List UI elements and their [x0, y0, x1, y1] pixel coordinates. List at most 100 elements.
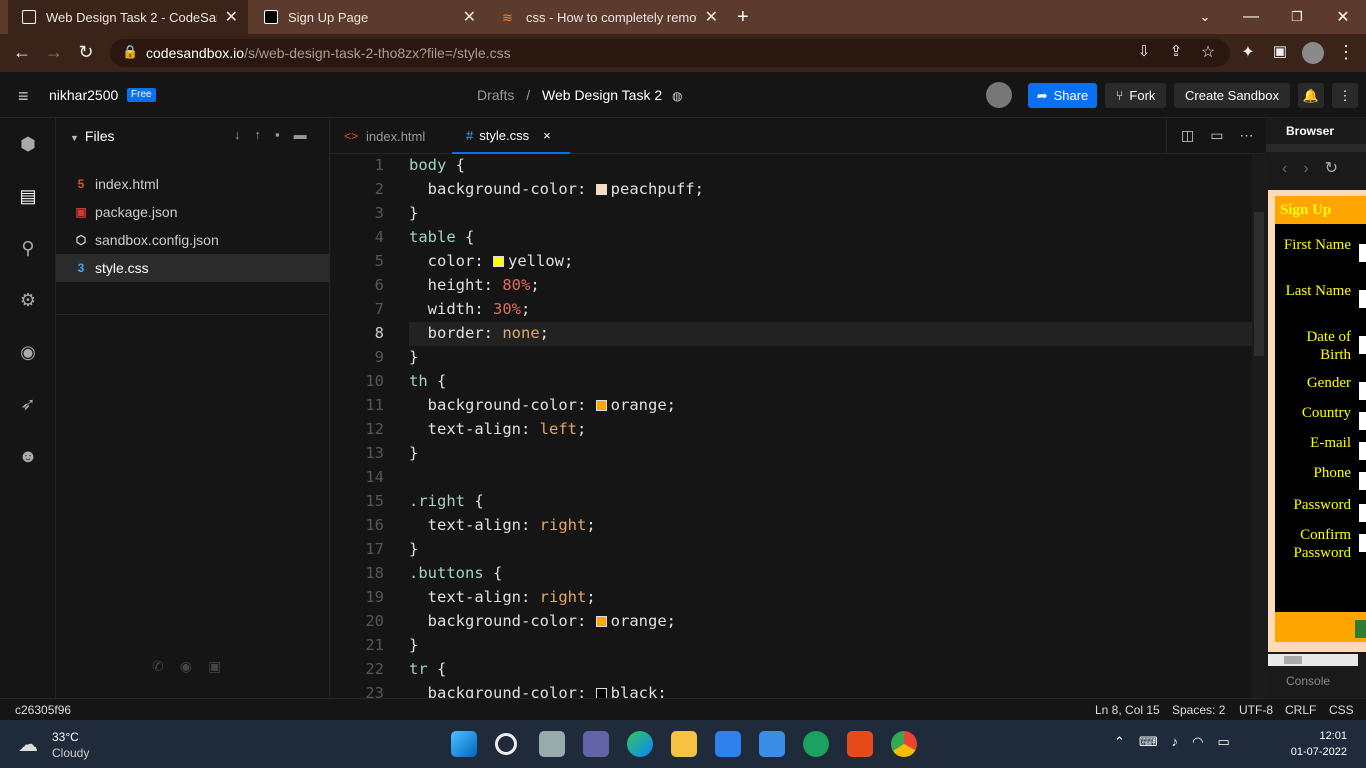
windows-start-icon[interactable]: [451, 731, 477, 757]
file-item[interactable]: 5 index.html: [56, 170, 330, 198]
gear-icon[interactable]: ⚙: [16, 290, 40, 314]
hscroll-thumb[interactable]: [1284, 656, 1302, 664]
form-input[interactable]: [1359, 534, 1366, 552]
tab-style-css[interactable]: # style.css ×: [452, 118, 570, 154]
code-line[interactable]: tr {: [409, 660, 446, 678]
indentation[interactable]: Spaces: 2: [1172, 703, 1225, 717]
username[interactable]: nikhar2500: [49, 87, 118, 103]
create-sandbox-button[interactable]: Create Sandbox: [1174, 83, 1290, 108]
code-line[interactable]: background-color: peachpuff;: [409, 180, 704, 198]
preview-hscroll[interactable]: [1268, 654, 1358, 666]
tab-search-icon[interactable]: ⌄: [1182, 0, 1228, 34]
mail-icon[interactable]: [759, 731, 785, 757]
code-line[interactable]: }: [409, 348, 418, 366]
close-icon[interactable]: ✕: [705, 7, 718, 27]
forward-icon[interactable]: ›: [1303, 160, 1324, 177]
code-line[interactable]: .right {: [409, 492, 484, 510]
breadcrumb-drafts[interactable]: Drafts: [477, 87, 514, 103]
avatar[interactable]: [986, 82, 1012, 108]
code-line[interactable]: }: [409, 636, 418, 654]
notifications-bell-icon[interactable]: 🔔: [1298, 83, 1324, 108]
form-input[interactable]: [1359, 382, 1366, 400]
more-menu-icon[interactable]: ⋮: [1332, 83, 1358, 108]
language-mode[interactable]: CSS: [1329, 703, 1354, 717]
scroll-thumb[interactable]: [1254, 212, 1264, 356]
rocket-icon[interactable]: ➶: [16, 394, 40, 418]
download-icon[interactable]: ↓: [234, 127, 255, 142]
mic-icon[interactable]: ♪: [1172, 734, 1193, 749]
new-tab-icon[interactable]: +: [737, 6, 749, 29]
install-icon[interactable]: ⇩: [1132, 42, 1156, 60]
preview-icon[interactable]: ▭: [1210, 127, 1239, 143]
github-icon[interactable]: ◉: [180, 658, 208, 674]
new-file-icon[interactable]: ▪: [275, 127, 294, 142]
clock-time[interactable]: 12:01: [1289, 730, 1347, 742]
file-explorer-icon[interactable]: ▤: [16, 186, 40, 210]
code-line[interactable]: .buttons {: [409, 564, 502, 582]
console-tab[interactable]: Console: [1286, 674, 1330, 688]
color-swatch[interactable]: [595, 400, 607, 411]
form-input[interactable]: [1359, 290, 1366, 308]
code-line[interactable]: }: [409, 204, 418, 222]
close-window-icon[interactable]: ✕: [1320, 0, 1366, 34]
form-input[interactable]: [1359, 336, 1366, 354]
url-field[interactable]: 🔒 codesandbox.io/s/web-design-task-2-tho…: [110, 39, 1230, 67]
close-icon[interactable]: ×: [543, 128, 551, 143]
reload-icon[interactable]: ↻: [74, 42, 98, 63]
files-header[interactable]: ▼ Files: [70, 128, 114, 144]
extensions-icon[interactable]: ✦: [1236, 42, 1260, 62]
share-page-icon[interactable]: ⇪: [1164, 42, 1188, 60]
code-line[interactable]: }: [409, 444, 418, 462]
form-input[interactable]: [1359, 504, 1366, 522]
browser-tab-signup[interactable]: Sign Up Page ✕: [250, 0, 486, 34]
new-folder-icon[interactable]: ▬: [294, 127, 321, 142]
browser-tab-stackoverflow[interactable]: ≋ css - How to completely remove ✕: [488, 0, 728, 34]
cursor-position[interactable]: Ln 8, Col 15: [1095, 703, 1160, 717]
split-view-icon[interactable]: ◫: [1181, 127, 1210, 143]
color-swatch[interactable]: [595, 184, 607, 195]
color-swatch[interactable]: [493, 256, 505, 267]
temperature[interactable]: 33°C: [52, 730, 79, 744]
code-line[interactable]: background-color: orange;: [409, 396, 676, 414]
form-input[interactable]: [1359, 442, 1366, 460]
browser-tab-codesandbox[interactable]: Web Design Task 2 - CodeSandbox ✕: [8, 0, 248, 34]
side-panel-icon[interactable]: ▣: [1268, 42, 1292, 60]
editor-scrollbar[interactable]: [1252, 154, 1266, 698]
code-line[interactable]: border: none;: [409, 324, 549, 342]
code-line[interactable]: background-color: orange;: [409, 612, 676, 630]
search-icon[interactable]: ⚲: [16, 238, 40, 262]
file-item[interactable]: 3 style.css: [56, 254, 330, 282]
file-item[interactable]: ▣ package.json: [56, 198, 330, 226]
close-icon[interactable]: ✕: [463, 7, 476, 27]
discord-icon[interactable]: ▣: [208, 658, 237, 674]
form-input[interactable]: [1359, 472, 1366, 490]
task-view-icon[interactable]: [539, 731, 565, 757]
more-icon[interactable]: ⋯: [1239, 127, 1269, 143]
upwork-icon[interactable]: [803, 731, 829, 757]
restore-icon[interactable]: ❐: [1274, 0, 1320, 34]
code-line[interactable]: th {: [409, 372, 446, 390]
code-line[interactable]: }: [409, 540, 418, 558]
chevron-up-icon[interactable]: ⌃: [1114, 734, 1139, 749]
fork-button[interactable]: ⑂ Fork: [1105, 83, 1166, 108]
tab-index-html[interactable]: <> index.html: [330, 118, 450, 154]
share-button[interactable]: ➦ Share: [1028, 83, 1097, 108]
bookmark-star-icon[interactable]: ☆: [1196, 42, 1220, 62]
clock-date[interactable]: 01-07-2022: [1285, 746, 1347, 758]
line-ending[interactable]: CRLF: [1285, 703, 1316, 717]
weather[interactable]: Cloudy: [52, 746, 89, 760]
minimize-icon[interactable]: —: [1228, 0, 1274, 34]
code-line[interactable]: text-align: left;: [409, 420, 587, 438]
code-line[interactable]: text-align: right;: [409, 516, 596, 534]
keyboard-icon[interactable]: ⌨: [1139, 734, 1172, 749]
teams-icon[interactable]: [583, 731, 609, 757]
code-line[interactable]: background-color: black;: [409, 684, 667, 698]
users-icon[interactable]: ☻: [16, 446, 40, 470]
file-explorer-icon[interactable]: [671, 731, 697, 757]
github-icon[interactable]: ◉: [16, 342, 40, 366]
reload-icon[interactable]: ↻: [1325, 160, 1354, 177]
edge-icon[interactable]: [627, 731, 653, 757]
color-swatch[interactable]: [595, 688, 607, 698]
back-icon[interactable]: ←: [10, 42, 34, 63]
hamburger-menu-icon[interactable]: ≡: [18, 86, 29, 107]
